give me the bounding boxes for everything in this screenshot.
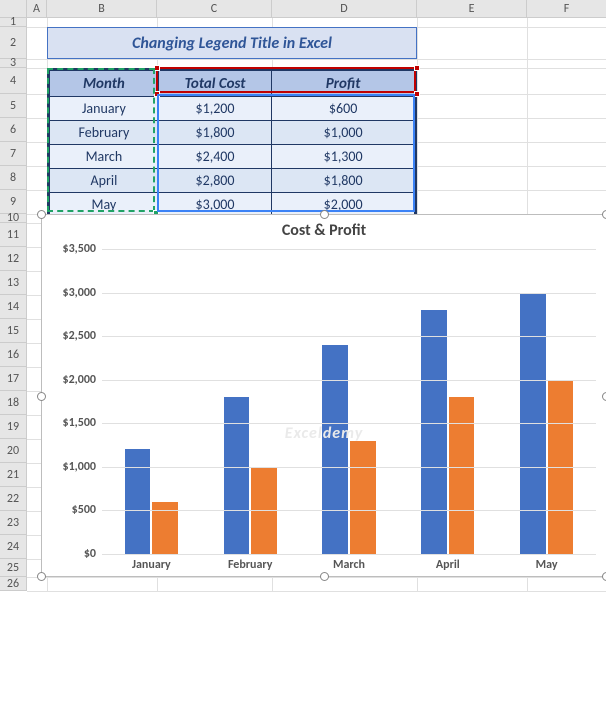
x-label: March (300, 554, 399, 572)
bar-profit-april[interactable] (449, 397, 475, 554)
cell-r6-c2[interactable]: February (50, 121, 159, 145)
row-header-25[interactable]: 25 (0, 559, 27, 577)
row-header-19[interactable]: 19 (0, 415, 27, 439)
y-tick: $0 (84, 547, 102, 561)
cell-r9-c2[interactable]: May (50, 193, 159, 217)
row-header-5[interactable]: 5 (0, 94, 27, 118)
x-label: February (201, 554, 300, 572)
chart-object[interactable]: Cost & Profit $0$500$1,000$1,500$2,000$2… (41, 214, 606, 577)
title-text: Changing Legend Title in Excel (132, 34, 332, 53)
bar-total-cost-january[interactable] (125, 449, 151, 554)
cell-r9-c4[interactable]: $2,000 (272, 193, 415, 217)
cell-r7-c3[interactable]: $2,400 (158, 145, 271, 169)
row-header-17[interactable]: 17 (0, 367, 27, 391)
bar-total-cost-april[interactable] (421, 310, 447, 554)
cell-r9-c3[interactable]: $3,000 (158, 193, 271, 217)
chart-resize-handle[interactable] (37, 392, 46, 401)
cell-r8-c2[interactable]: April (50, 169, 159, 193)
row-header-15[interactable]: 15 (0, 319, 27, 343)
row-header-16[interactable]: 16 (0, 343, 27, 367)
chart-plot-area[interactable]: $0$500$1,000$1,500$2,000$2,500$3,000$3,5… (102, 249, 596, 554)
bar-profit-march[interactable] (350, 441, 376, 554)
cell-r8-c3[interactable]: $2,800 (158, 169, 271, 193)
x-label: April (398, 554, 497, 572)
row-header-23[interactable]: 23 (0, 511, 27, 535)
chart-resize-handle[interactable] (37, 210, 46, 219)
y-tick: $3,000 (62, 286, 102, 300)
chart-title[interactable]: Cost & Profit (42, 221, 606, 240)
table-header-total-cost[interactable]: Total Cost (158, 71, 271, 97)
bar-total-cost-march[interactable] (322, 345, 348, 554)
row-header-26[interactable]: 26 (0, 577, 27, 591)
row-header-22[interactable]: 22 (0, 487, 27, 511)
x-label: January (102, 554, 201, 572)
row-header-14[interactable]: 14 (0, 295, 27, 319)
x-label: May (497, 554, 596, 572)
chart-resize-handle[interactable] (320, 572, 329, 581)
table-header-month[interactable]: Month (50, 71, 159, 97)
row-header-11[interactable]: 11 (0, 223, 27, 247)
cell-r6-c3[interactable]: $1,800 (158, 121, 271, 145)
row-header-21[interactable]: 21 (0, 463, 27, 487)
col-header-A[interactable]: A (27, 0, 47, 18)
row-header-1[interactable]: 1 (0, 18, 27, 27)
cell-r7-c4[interactable]: $1,300 (272, 145, 415, 169)
row-header-2[interactable]: 2 (0, 27, 27, 59)
cell-r7-c2[interactable]: March (50, 145, 159, 169)
data-table[interactable]: MonthTotal CostProfit January$1,200$600 F… (47, 68, 417, 214)
cell-r6-c4[interactable]: $1,000 (272, 121, 415, 145)
chart-resize-handle[interactable] (37, 572, 46, 581)
row-header-12[interactable]: 12 (0, 247, 27, 271)
cell-r8-c4[interactable]: $1,800 (272, 169, 415, 193)
row-header-6[interactable]: 6 (0, 118, 27, 142)
y-tick: $3,500 (62, 242, 102, 256)
row-header-24[interactable]: 24 (0, 535, 27, 559)
row-header-13[interactable]: 13 (0, 271, 27, 295)
y-tick: $500 (72, 503, 102, 517)
col-header-C[interactable]: C (157, 0, 272, 18)
chart-resize-handle[interactable] (602, 392, 606, 401)
title-cell[interactable]: Changing Legend Title in Excel (47, 27, 417, 59)
y-tick: $1,500 (62, 416, 102, 430)
y-tick: $2,000 (62, 373, 102, 387)
col-header-E[interactable]: E (417, 0, 527, 18)
y-tick: $1,000 (62, 460, 102, 474)
col-header-D[interactable]: D (272, 0, 417, 18)
col-header-B[interactable]: B (47, 0, 157, 18)
row-header-3[interactable]: 3 (0, 59, 27, 68)
row-header-18[interactable]: 18 (0, 391, 27, 415)
table-header-profit[interactable]: Profit (272, 71, 415, 97)
col-header-F[interactable]: F (527, 0, 606, 18)
row-header-7[interactable]: 7 (0, 142, 27, 166)
chart-resize-handle[interactable] (602, 210, 606, 219)
row-header-20[interactable]: 20 (0, 439, 27, 463)
y-tick: $2,500 (62, 329, 102, 343)
row-header-4[interactable]: 4 (0, 68, 27, 94)
chart-resize-handle[interactable] (602, 572, 606, 581)
cell-r5-c3[interactable]: $1,200 (158, 97, 271, 121)
bar-total-cost-february[interactable] (224, 397, 250, 554)
row-header-8[interactable]: 8 (0, 166, 27, 190)
cell-r5-c4[interactable]: $600 (272, 97, 415, 121)
cell-r5-c2[interactable]: January (50, 97, 159, 121)
chart-resize-handle[interactable] (320, 210, 329, 219)
row-header-10[interactable]: 10 (0, 214, 27, 223)
